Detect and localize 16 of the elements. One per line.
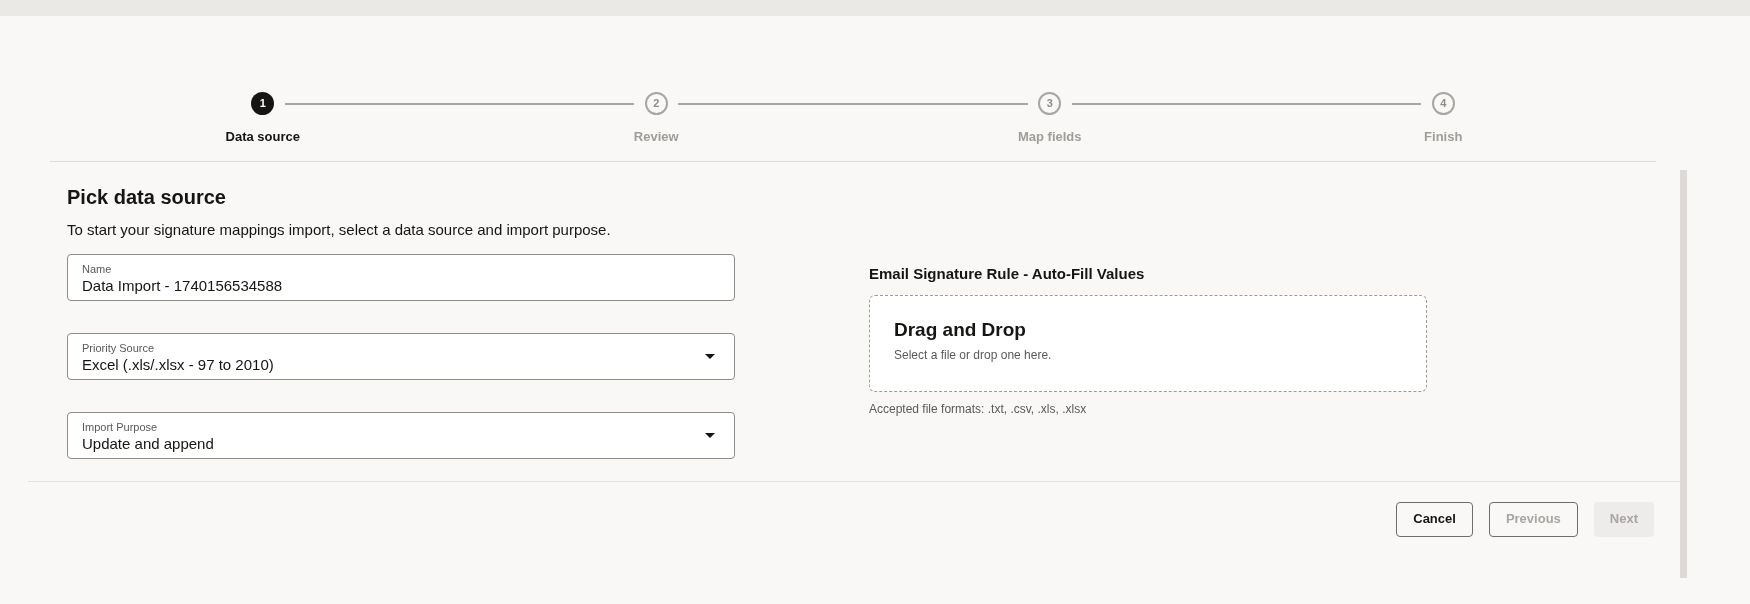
action-button[interactable]: Cancel: [1396, 501, 1473, 537]
dropdown-field[interactable]: Import Purpose Update and append: [67, 411, 735, 459]
accepted-formats-text: Accepted file formats: .txt, .csv, .xls, .xlsx: [869, 400, 1088, 418]
step-label: Map fields: [1017, 128, 1082, 146]
upload-title: Email Signature Rule - Auto-Fill Values: [869, 263, 1146, 284]
step-label: Review: [633, 128, 679, 146]
step-label: Finish: [1424, 128, 1463, 146]
drop-zone[interactable]: Drag and Drop Select a file or drop one here.: [869, 294, 1427, 392]
section-description: To start your signature mappings import, select a data source and import purpose.: [67, 219, 612, 240]
scrollbar[interactable]: [1680, 170, 1687, 578]
dropdown-field[interactable]: Priority Source Excel (.xls/.xlsx - 97 to 2010): [67, 332, 735, 380]
input-field[interactable]: Name Data Import - 1740156534588: [67, 253, 735, 301]
section-title: Pick data source: [67, 184, 227, 210]
caret-icon: [705, 432, 715, 438]
caret-icon: [705, 353, 715, 359]
step-label: Data source: [225, 128, 300, 146]
